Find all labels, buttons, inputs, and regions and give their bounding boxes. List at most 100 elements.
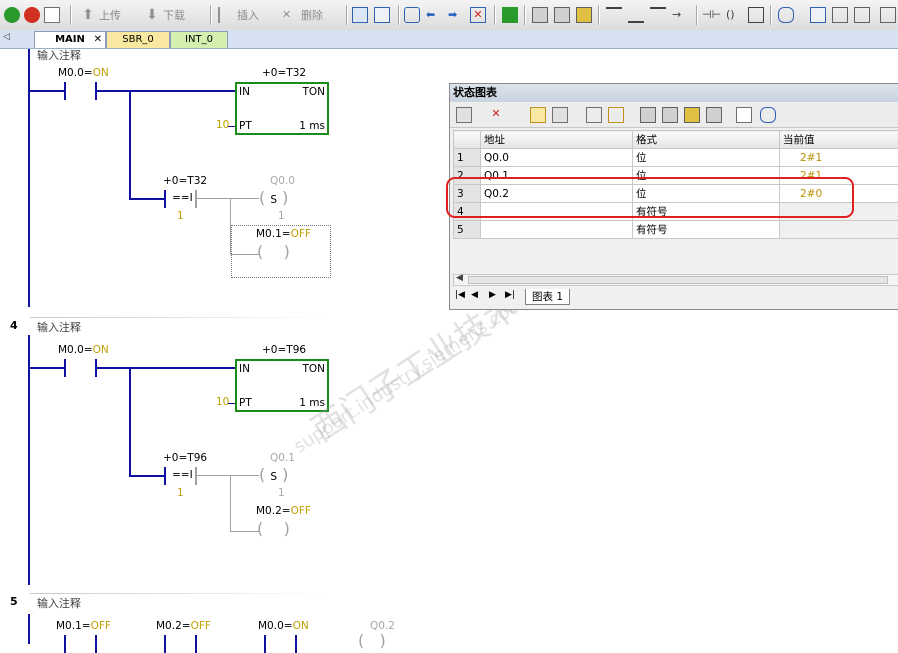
- next-sheet-icon[interactable]: ▶: [489, 290, 496, 300]
- program-status-icon[interactable]: [352, 6, 368, 24]
- insert-icon: [218, 7, 234, 23]
- lock-icon[interactable]: [532, 6, 548, 24]
- stop-icon[interactable]: [24, 6, 40, 24]
- contact-label: M0.2=OFF: [156, 620, 211, 632]
- read-icon[interactable]: [586, 107, 602, 123]
- contact-label: M0.0=ON: [258, 620, 309, 632]
- read-forced-icon[interactable]: [706, 107, 722, 123]
- output-coil[interactable]: ( ): [358, 632, 386, 650]
- tab-scroll-left-icon[interactable]: ◁: [3, 32, 10, 42]
- box-icon[interactable]: [404, 6, 420, 24]
- delete-button[interactable]: ✕删除: [282, 6, 323, 24]
- timer-label: +0=T32: [262, 67, 306, 79]
- comment-icon[interactable]: [778, 6, 794, 24]
- sheet-tab-chart1[interactable]: 图表 1: [525, 289, 570, 305]
- contact-left[interactable]: [64, 635, 66, 653]
- output-coil[interactable]: ( ): [257, 243, 290, 261]
- contact-label: M0.1=OFF: [56, 620, 111, 632]
- horizontal-scrollbar[interactable]: ◀: [453, 274, 898, 286]
- unforce-icon[interactable]: [662, 107, 678, 123]
- status-chart-icon[interactable]: [374, 6, 390, 24]
- table-row[interactable]: 5 有符号: [454, 221, 898, 239]
- contact-right[interactable]: [95, 635, 97, 653]
- table-icon[interactable]: [810, 6, 826, 24]
- timer-box[interactable]: IN TON PT 1 ms: [235, 359, 329, 412]
- timer-label: +0=T96: [262, 344, 306, 356]
- contact-right[interactable]: [195, 635, 197, 653]
- clear-icon[interactable]: ✕: [470, 6, 486, 24]
- contact-left[interactable]: [264, 635, 266, 653]
- edit-icon[interactable]: [832, 6, 848, 24]
- nav-back-icon[interactable]: ⬅: [426, 6, 442, 24]
- line-up-icon[interactable]: [650, 6, 666, 24]
- delete-row-icon[interactable]: ✕: [488, 107, 504, 123]
- network-comment[interactable]: 输入注释: [37, 319, 81, 335]
- contact-icon[interactable]: ⊣⊢: [702, 6, 718, 24]
- sheet-tabs: |◀ ◀ ▶ ▶| 图表 1: [453, 289, 898, 305]
- scroll-left-icon[interactable]: ◀: [456, 273, 463, 283]
- run-icon[interactable]: [4, 6, 20, 24]
- branch-icon[interactable]: [606, 6, 622, 24]
- upload-icon: ⬆: [80, 7, 96, 23]
- tab-main[interactable]: MAIN✕: [34, 31, 106, 48]
- output-coil[interactable]: ( ): [257, 520, 290, 538]
- column-header-address[interactable]: 地址: [481, 131, 633, 149]
- insert-row-icon[interactable]: [456, 107, 472, 123]
- network-number: 5: [10, 595, 18, 608]
- contact-label: M0.0=ON: [58, 344, 109, 356]
- contact-right[interactable]: [295, 635, 297, 653]
- last-sheet-icon[interactable]: ▶|: [505, 290, 515, 300]
- lock2-icon[interactable]: [554, 6, 570, 24]
- compare-contact-right[interactable]: [195, 467, 197, 485]
- upload-button[interactable]: ⬆上传: [80, 6, 121, 24]
- more-icon[interactable]: [880, 6, 896, 24]
- chart-status-icon[interactable]: [530, 107, 546, 123]
- trend-icon[interactable]: [736, 107, 752, 123]
- network-comment[interactable]: 输入注释: [37, 47, 81, 63]
- prev-sheet-icon[interactable]: ◀: [471, 290, 478, 300]
- insert-button[interactable]: 插入: [218, 6, 259, 24]
- delete-icon: ✕: [282, 7, 298, 23]
- unforce-all-icon[interactable]: [684, 107, 700, 123]
- lock3-icon[interactable]: [576, 6, 592, 24]
- coil2-label: M0.2=OFF: [256, 505, 311, 517]
- first-sheet-icon[interactable]: |◀: [455, 290, 465, 300]
- write-icon[interactable]: [608, 107, 624, 123]
- tab-int0[interactable]: INT_0: [170, 31, 228, 48]
- coil2-label: M0.1=OFF: [256, 228, 311, 240]
- contact-label: M0.0=ON: [58, 67, 109, 79]
- contact-left[interactable]: [64, 82, 66, 100]
- force-icon[interactable]: [640, 107, 656, 123]
- column-header-format[interactable]: 格式: [633, 131, 780, 149]
- pause-icon[interactable]: [552, 107, 568, 123]
- download-button[interactable]: ⬇下载: [144, 6, 185, 24]
- compare-contact-left[interactable]: [164, 190, 166, 208]
- compare-contact-left[interactable]: [164, 467, 166, 485]
- table-row[interactable]: 1 Q0.0 位 2#1: [454, 149, 898, 167]
- highlight-ring: [446, 177, 854, 218]
- status-chart-toolbar: ✕: [450, 103, 898, 128]
- contact-left[interactable]: [64, 359, 66, 377]
- box-instr-icon[interactable]: [748, 6, 764, 24]
- set-coil[interactable]: ( S ): [259, 189, 288, 209]
- nav-forward-icon[interactable]: ➡: [448, 6, 464, 24]
- comment-icon[interactable]: [760, 107, 776, 123]
- timer-box[interactable]: IN TON PT 1 ms: [235, 82, 329, 135]
- scrollbar-thumb[interactable]: [468, 276, 888, 284]
- contact-left[interactable]: [164, 635, 166, 653]
- set-coil[interactable]: ( S ): [259, 466, 288, 486]
- compare-label: +0=T96: [163, 452, 207, 464]
- compare-label: +0=T32: [163, 175, 207, 187]
- column-header-current[interactable]: 当前值: [780, 131, 898, 149]
- compare-contact-right[interactable]: [195, 190, 197, 208]
- line-right-icon[interactable]: →: [672, 6, 688, 24]
- coil-icon[interactable]: (): [726, 6, 742, 24]
- network-comment[interactable]: 输入注释: [37, 595, 81, 611]
- line-down-icon[interactable]: [628, 6, 644, 24]
- pen-icon[interactable]: [854, 6, 870, 24]
- goto-icon[interactable]: [502, 6, 518, 24]
- tab-sbr0[interactable]: SBR_0: [106, 31, 170, 48]
- compile-icon[interactable]: [44, 6, 60, 24]
- pou-tabbar: ◁ MAIN✕ SBR_0 INT_0: [0, 30, 898, 49]
- close-icon[interactable]: ✕: [94, 32, 102, 48]
